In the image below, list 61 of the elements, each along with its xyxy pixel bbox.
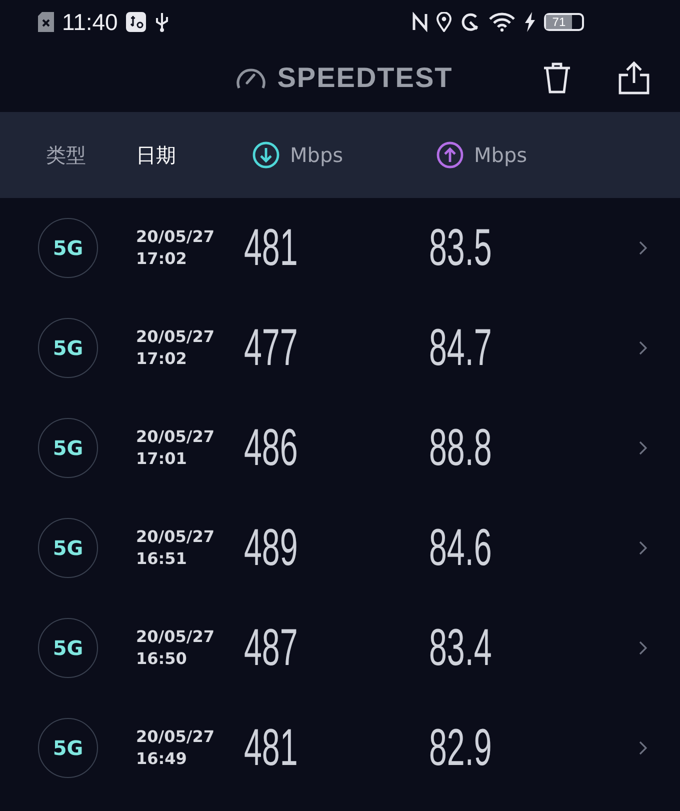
network-type-badge: 5G (38, 718, 98, 778)
result-row[interactable]: 5G 20/05/27 17:01 486 88.8 (0, 398, 680, 498)
chevron-icon (639, 441, 647, 455)
result-row[interactable]: 5G 20/05/27 16:50 487 83.4 (0, 598, 680, 698)
column-header[interactable]: Mbps (436, 141, 528, 169)
wifi-icon (488, 12, 516, 32)
column-header[interactable]: 日期 (136, 142, 252, 168)
upload-speed: 84.6 (429, 518, 492, 578)
charging-icon (524, 12, 536, 32)
upload-speed: 82.9 (429, 718, 492, 778)
test-time: 16:51 (136, 548, 188, 570)
test-date: 20/05/27 (136, 226, 216, 248)
test-date: 20/05/27 (136, 626, 216, 648)
upload-icon (436, 141, 464, 169)
network-type-badge: 5G (38, 518, 98, 578)
network-type-badge: 5G (38, 218, 98, 278)
result-row[interactable]: 5G 20/05/27 16:49 481 82.9 (0, 698, 680, 798)
test-time: 17:01 (136, 448, 188, 470)
download-speed: 477 (244, 318, 298, 378)
test-date: 20/05/27 (136, 726, 216, 748)
usb-icon (154, 11, 170, 33)
result-row[interactable]: 5G 20/05/27 16:51 489 84.6 (0, 498, 680, 598)
speedometer-icon (235, 66, 268, 90)
app-title: SPEEDTEST (277, 62, 453, 94)
result-row[interactable]: 5G 20/05/27 17:02 477 84.7 (0, 298, 680, 398)
usb-settings-icon (126, 12, 146, 32)
test-time: 17:02 (136, 248, 188, 270)
network-type-badge: 5G (38, 318, 98, 378)
download-speed: 489 (244, 518, 298, 578)
test-time: 17:02 (136, 348, 188, 370)
download-speed: 481 (244, 718, 298, 778)
download-speed: 486 (244, 418, 298, 478)
upload-speed: 83.4 (429, 618, 492, 678)
test-date: 20/05/27 (136, 326, 216, 348)
test-date: 20/05/27 (136, 526, 216, 548)
chevron-icon (639, 241, 647, 255)
column-header[interactable]: Mbps (252, 141, 436, 169)
chevron-icon (639, 741, 647, 755)
chevron-icon (639, 341, 647, 355)
chevron-icon (639, 641, 647, 655)
test-time: 16:49 (136, 748, 188, 770)
upload-speed: 88.8 (429, 418, 492, 478)
result-row[interactable]: 5G 20/05/27 17:02 481 83.5 (0, 198, 680, 298)
upload-speed: 84.7 (429, 318, 492, 378)
network-type-badge: 5G (38, 418, 98, 478)
chevron-icon (639, 541, 647, 555)
test-time: 16:50 (136, 648, 188, 670)
battery-level: 71 (546, 15, 572, 29)
download-icon (252, 141, 280, 169)
column-header[interactable]: 类型 (46, 142, 136, 168)
test-date: 20/05/27 (136, 426, 216, 448)
download-speed: 487 (244, 618, 298, 678)
sim-card-icon (38, 12, 54, 32)
network-type-badge: 5G (38, 618, 98, 678)
nfc-icon (412, 12, 428, 32)
download-speed: 481 (244, 218, 298, 278)
trash-icon (542, 62, 572, 94)
share-icon (618, 61, 650, 95)
upload-speed: 83.5 (429, 218, 492, 278)
location-icon (436, 12, 452, 32)
clock-time: 11:40 (62, 8, 118, 36)
